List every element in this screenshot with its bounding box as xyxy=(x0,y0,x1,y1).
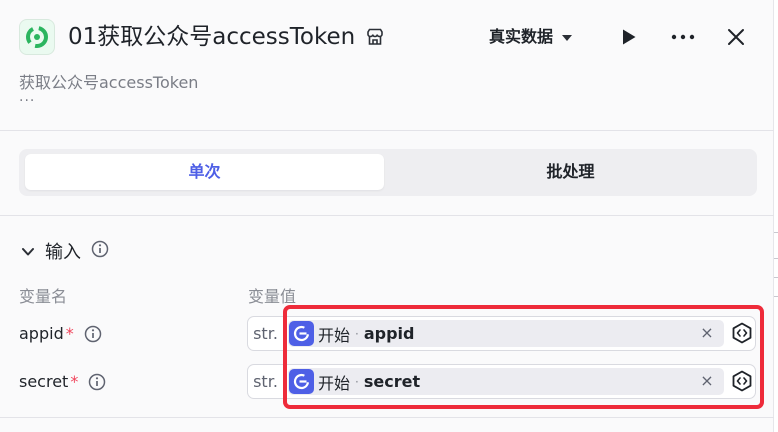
remove-reference-button[interactable]: × xyxy=(698,372,716,390)
inputs-section-title: 输入 xyxy=(45,242,81,263)
variable-reference-chip[interactable]: 开始 · appid × xyxy=(288,320,724,347)
variable-value-field-appid[interactable]: str. 开始 · appid × xyxy=(247,316,756,351)
tab-single[interactable]: 单次 xyxy=(25,154,384,190)
run-button[interactable] xyxy=(613,21,645,53)
column-header-name: 变量名 xyxy=(19,287,68,306)
store-icon[interactable] xyxy=(365,27,385,47)
type-label: str. xyxy=(248,317,284,350)
more-icon xyxy=(671,34,695,40)
play-icon xyxy=(623,29,636,45)
remove-reference-button[interactable]: × xyxy=(698,324,716,342)
close-button[interactable] xyxy=(720,21,752,53)
column-header-value: 变量值 xyxy=(248,287,297,306)
divider xyxy=(0,215,774,216)
required-mark: * xyxy=(70,372,79,391)
source-variable-name: secret xyxy=(363,372,421,391)
input-row-label-appid: appid * xyxy=(19,322,102,346)
info-icon[interactable] xyxy=(91,240,109,262)
variable-picker-icon[interactable] xyxy=(730,369,754,393)
source-variable-name: appid xyxy=(363,324,415,343)
data-mode-label: 真实数据 xyxy=(489,27,554,46)
more-button[interactable] xyxy=(667,21,699,53)
separator: · xyxy=(355,374,359,389)
required-mark: * xyxy=(65,324,74,343)
description: 获取公众号accessToken xyxy=(19,73,199,92)
divider xyxy=(0,130,774,131)
type-label: str. xyxy=(248,365,284,398)
test-run-panel: 01获取公众号accessToken 真实数据 获取公众号accessToken… xyxy=(0,0,774,432)
info-icon[interactable] xyxy=(88,373,106,391)
close-icon xyxy=(728,29,744,45)
variable-reference-chip[interactable]: 开始 · secret × xyxy=(288,368,724,395)
source-node-name: 开始 xyxy=(318,373,351,393)
data-mode-dropdown[interactable]: 真实数据 xyxy=(489,23,573,51)
inputs-section-header[interactable]: 输入 xyxy=(21,237,109,265)
variable-value-field-secret[interactable]: str. 开始 · secret × xyxy=(247,364,756,399)
panel-header: 01获取公众号accessToken 真实数据 获取公众号accessToken… xyxy=(0,0,774,130)
input-row-label-secret: secret * xyxy=(19,370,106,394)
page-title: 01获取公众号accessToken xyxy=(68,24,356,50)
background-canvas-edge xyxy=(774,0,778,432)
description-more[interactable]: ··· xyxy=(19,93,35,109)
mode-tabs: 单次 批处理 xyxy=(19,149,757,196)
caret-down-icon xyxy=(561,23,573,51)
divider xyxy=(0,417,774,418)
start-node-icon xyxy=(289,369,314,394)
variable-name: secret xyxy=(19,372,69,391)
app-logo-icon xyxy=(19,19,55,55)
tab-batch[interactable]: 批处理 xyxy=(390,154,751,190)
source-node-name: 开始 xyxy=(318,325,351,345)
info-icon[interactable] xyxy=(84,325,102,343)
start-node-icon xyxy=(289,321,314,346)
variable-name: appid xyxy=(19,324,64,343)
chevron-down-icon[interactable] xyxy=(21,242,35,261)
separator: · xyxy=(355,326,359,341)
variable-picker-icon[interactable] xyxy=(730,321,754,345)
